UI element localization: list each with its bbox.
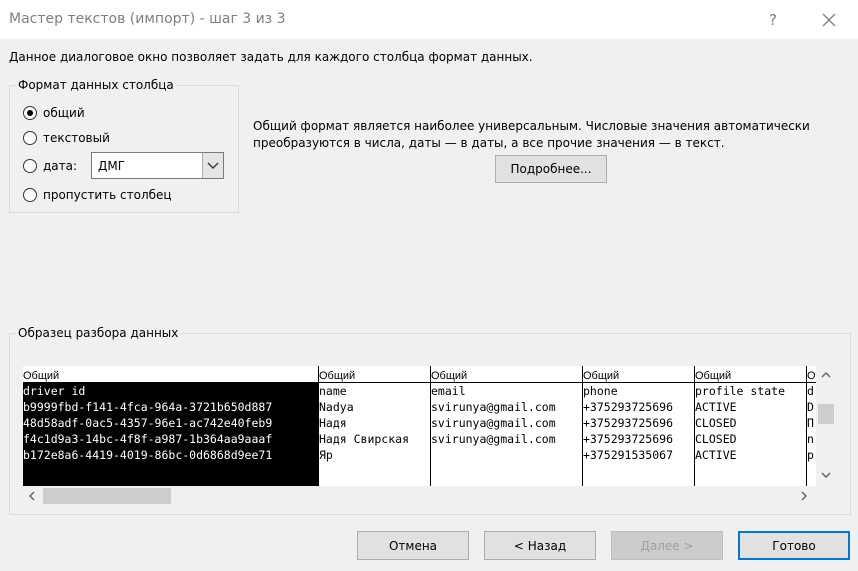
date-format-value: ДМГ [98,159,126,173]
radio-skip-column[interactable]: пропустить столбец [23,186,172,204]
radio-general-label: общий [43,106,85,120]
column-5-format-header[interactable]: Общий [695,366,806,383]
date-format-select[interactable]: ДМГ [91,152,224,179]
help-button[interactable]: ? [763,8,783,32]
column-6-cell: D [807,400,814,414]
column-4-cell: +375291535067 [583,448,674,462]
radio-text[interactable]: текстовый [23,129,110,147]
date-format-dropdown-button[interactable] [202,153,223,178]
column-6-cell: П [807,416,814,430]
radio-skip-button[interactable] [23,188,37,202]
column-1-cell: b9999fbd-f141-4fca-964a-3721b650d887 [23,400,273,414]
details-button[interactable]: Подробнее... [495,155,607,183]
column-3-cell [431,447,582,463]
preview-column-1[interactable]: Общий driver id b9999fbd-f141-4fca-964a-… [23,366,319,486]
back-button[interactable]: < Назад [484,531,596,560]
back-button-label: < Назад [513,538,567,553]
column-6-cell: n [807,432,814,446]
window-title: Мастер текстов (импорт) - шаг 3 из 3 [9,11,286,27]
chevron-down-icon [207,162,219,169]
column-1-cell: 48d58adf-0ac5-4357-96e1-ac742e40feb9 [23,416,273,430]
horizontal-scrollbar[interactable] [23,486,816,506]
next-button[interactable]: Далее > [611,531,723,560]
preview-caption: Образец разбора данных [16,326,181,340]
vertical-scroll-thumb[interactable] [818,404,834,424]
column-5-cell: ACTIVE [695,400,737,414]
column-6-cell: d [807,384,814,398]
column-3-cell: email [431,384,466,398]
column-4-cell: phone [583,384,618,398]
column-3-cell: svirunya@gmail.com [431,400,556,414]
column-3-format-header[interactable]: Общий [431,366,582,383]
column-3-cell: svirunya@gmail.com [431,432,556,446]
column-4-format-header[interactable]: Общий [583,366,694,383]
column-5-cell: CLOSED [695,416,737,430]
radio-date-button[interactable] [23,159,37,173]
column-2-cell: Яр [319,448,333,462]
radio-text-label: текстовый [43,131,110,145]
preview-column-6[interactable]: О d D П n p [807,366,816,486]
scroll-down-icon[interactable] [820,470,832,480]
column-1-cell: driver id [23,384,86,398]
column-2-cell: name [319,384,347,398]
radio-general-button[interactable] [23,106,37,120]
scroll-left-icon[interactable] [27,490,37,502]
column-6-format-header[interactable]: О [807,366,816,383]
column-5-cell: profile state [695,384,786,398]
column-1-cell: f4c1d9a3-14bc-4f8f-a987-1b364aa9aaaf [23,432,273,446]
radio-date[interactable]: дата: [23,157,77,175]
column-format-caption: Формат данных столбца [16,78,176,92]
preview-column-3[interactable]: Общий email svirunya@gmail.com svirunya@… [431,366,583,486]
column-2-format-header[interactable]: Общий [319,366,430,383]
close-button[interactable] [818,9,840,31]
column-1-cell: b172e8a6-4419-4019-86bc-0d6868d9ee71 [23,448,273,462]
column-2-cell: Надя [319,416,347,430]
column-3-cell: svirunya@gmail.com [431,416,556,430]
details-button-label: Подробнее... [510,162,592,176]
close-icon [822,13,836,27]
column-2-cell: Надя Свирская [319,432,410,446]
dialog-description: Данное диалоговое окно позволяет задать … [9,50,533,64]
column-6-cell: p [807,448,814,462]
column-5-cell: CLOSED [695,432,737,446]
radio-general[interactable]: общий [23,104,85,122]
finish-button[interactable]: Готово [738,531,850,560]
title-bar: Мастер текстов (импорт) - шаг 3 из 3 ? [0,0,858,39]
radio-date-label: дата: [43,159,78,173]
column-4-cell: +375293725696 [583,432,674,446]
cancel-button-label: Отмена [388,538,438,553]
column-1-format-header[interactable]: Общий [23,366,318,383]
data-preview-grid[interactable]: Общий driver id b9999fbd-f141-4fca-964a-… [23,366,816,486]
column-5-cell: ACTIVE [695,448,737,462]
vertical-scrollbar[interactable] [816,366,836,486]
format-info-text: Общий формат является наиболее универсал… [253,119,810,150]
radio-skip-label: пропустить столбец [43,188,172,202]
horizontal-scroll-thumb[interactable] [43,488,171,504]
column-2-cell: Nadya [319,400,354,414]
finish-button-label: Готово [772,538,816,553]
scroll-up-icon[interactable] [820,370,832,380]
preview-column-4[interactable]: Общий phone +375293725696 +375293725696 … [583,366,695,486]
radio-text-button[interactable] [23,131,37,145]
preview-column-2[interactable]: Общий name Nadya Надя Надя Свирская Яр [319,366,431,486]
preview-column-5[interactable]: Общий profile state ACTIVE CLOSED CLOSED… [695,366,807,486]
column-4-cell: +375293725696 [583,400,674,414]
scroll-right-icon[interactable] [799,490,809,502]
help-icon: ? [769,11,777,29]
cancel-button[interactable]: Отмена [357,531,469,560]
next-button-label: Далее > [640,538,694,553]
column-4-cell: +375293725696 [583,416,674,430]
